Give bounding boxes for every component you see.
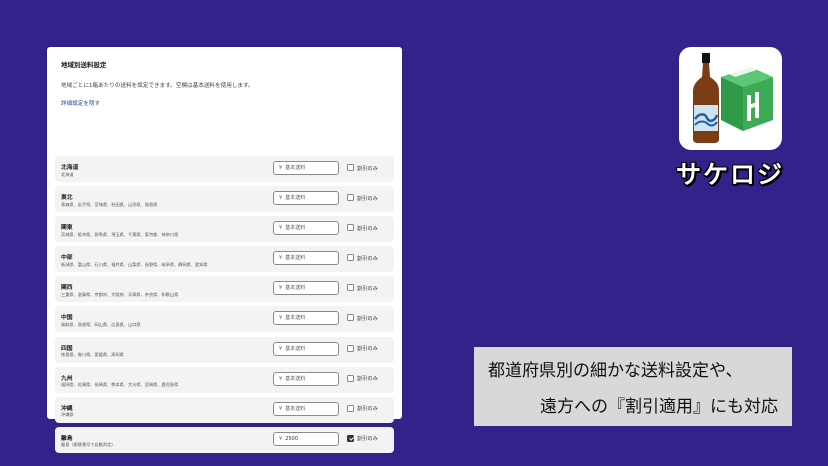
caption-box: 都道府県別の細かな送料設定や、 遠方への『割引適用』にも対応 (474, 347, 792, 426)
region-prefectures: 新潟県、富山県、石川県、福井県、山梨県、長野県、岐阜県、静岡県、愛知県 (61, 261, 208, 267)
discount-only-label: 割引のみ (357, 255, 378, 262)
region-row: 北海道 北海道 ¥ 基本送料 割引のみ (55, 156, 394, 182)
discount-only-label: 割引のみ (357, 406, 378, 413)
brand-logo (679, 47, 782, 150)
region-row: 四国 徳島県、香川県、愛媛県、高知県 ¥ 基本送料 割引のみ (55, 336, 394, 363)
fee-placeholder: 基本送料 (285, 345, 306, 352)
discount-only-label: 割引のみ (357, 346, 378, 353)
fee-placeholder: 基本送料 (285, 195, 306, 202)
region-row: 九州 福岡県、佐賀県、長崎県、熊本県、大分県、宮崎県、鹿児島県 ¥ 基本送料 割引… (55, 366, 394, 393)
discount-only-label: 割引のみ (357, 165, 378, 172)
discount-only-checkbox[interactable] (347, 254, 354, 262)
region-prefectures: 離島（郵便番号で自動判定） (61, 442, 116, 448)
caption-line-1: 都道府県別の細かな送料設定や、 (488, 361, 743, 381)
yen-symbol: ¥ (279, 165, 283, 171)
region-prefectures: 茨城県、栃木県、群馬県、埼玉県、千葉県、東京都、神奈川県 (61, 231, 179, 237)
region-row: 離島 離島（郵便番号で自動判定） ¥2500 割引のみ (55, 426, 394, 453)
shipping-fee-input[interactable]: ¥ 基本送料 (273, 191, 339, 206)
discount-only-checkbox[interactable] (347, 404, 354, 412)
fee-placeholder: 基本送料 (285, 405, 306, 412)
shipping-fee-input[interactable]: ¥ 基本送料 (273, 401, 339, 416)
fee-placeholder: 基本送料 (285, 165, 306, 171)
region-name: 四国 (61, 345, 73, 352)
yen-symbol: ¥ (279, 225, 283, 232)
fee-placeholder: 基本送料 (285, 255, 306, 262)
region-name: 北海道 (61, 165, 79, 171)
region-row: 中国 鳥取県、島根県、岡山県、広島県、山口県 ¥ 基本送料 割引のみ (55, 306, 394, 333)
region-list: 北海道 北海道 ¥ 基本送料 割引のみ 東北 青森県、岩手県、宮城県、秋田県、山形… (55, 156, 394, 457)
shipping-fee-input[interactable]: ¥ 基本送料 (273, 161, 339, 175)
region-row: 中部 新潟県、富山県、石川県、福井県、山梨県、長野県、岐阜県、静岡県、愛知県 ¥… (55, 246, 394, 273)
toggle-detail-link[interactable]: 詳細設定を隠す (61, 99, 100, 107)
yen-symbol: ¥ (279, 195, 283, 202)
region-row: 関西 三重県、滋賀県、京都府、大阪府、兵庫県、奈良県、和歌山県 ¥ 基本送料 割引… (55, 276, 394, 303)
region-prefectures: 徳島県、香川県、愛媛県、高知県 (61, 352, 124, 358)
discount-only-checkbox[interactable] (347, 164, 354, 171)
shipping-fee-input[interactable]: ¥ 基本送料 (273, 311, 339, 326)
region-prefectures: 福岡県、佐賀県、長崎県、熊本県、大分県、宮崎県、鹿児島県 (61, 382, 179, 388)
fee-placeholder: 基本送料 (285, 285, 306, 292)
discount-only-checkbox[interactable] (347, 224, 354, 232)
discount-only-checkbox[interactable] (347, 344, 354, 352)
region-prefectures: 三重県、滋賀県、京都府、大阪府、兵庫県、奈良県、和歌山県 (61, 291, 179, 297)
discount-only-label: 割引のみ (357, 315, 378, 322)
fee-placeholder: 基本送料 (285, 375, 306, 382)
yen-symbol: ¥ (279, 285, 283, 292)
discount-only-label: 割引のみ (357, 285, 378, 292)
discount-only-checkbox[interactable] (347, 434, 354, 442)
region-row: 東北 青森県、岩手県、宮城県、秋田県、山形県、福島県 ¥ 基本送料 割引のみ (55, 186, 394, 213)
discount-only-label: 割引のみ (357, 376, 378, 383)
shipping-fee-input[interactable]: ¥ 基本送料 (273, 341, 339, 356)
yen-symbol: ¥ (279, 375, 283, 382)
region-name: 九州 (61, 375, 73, 382)
yen-symbol: ¥ (279, 405, 283, 412)
region-name: 離島 (61, 435, 73, 442)
shipping-settings-panel: 地域別送料設定 地域ごとに1箱あたりの送料を設定できます。空欄は基本送料を使用し… (47, 47, 402, 453)
region-name: 関西 (61, 285, 73, 292)
brand-name: サケロジ (675, 160, 784, 189)
region-name: 中国 (61, 315, 73, 322)
region-name: 東北 (61, 195, 73, 202)
discount-only-label: 割引のみ (357, 436, 378, 443)
discount-only-checkbox[interactable] (347, 374, 354, 382)
yen-symbol: ¥ (279, 435, 283, 442)
sake-bottle-box-icon (693, 53, 773, 143)
discount-only-checkbox[interactable] (347, 194, 354, 202)
region-row: 関東 茨城県、栃木県、群馬県、埼玉県、千葉県、東京都、神奈川県 ¥ 基本送料 割引… (55, 216, 394, 243)
fee-value: 2500 (285, 435, 298, 442)
region-name: 中部 (61, 255, 73, 262)
fee-placeholder: 基本送料 (285, 225, 306, 232)
region-prefectures: 鳥取県、島根県、岡山県、広島県、山口県 (61, 321, 141, 327)
shipping-fee-input[interactable]: ¥ 基本送料 (273, 371, 339, 386)
yen-symbol: ¥ (279, 255, 283, 262)
shipping-fee-input[interactable]: ¥ 基本送料 (273, 281, 339, 296)
region-prefectures: 青森県、岩手県、宮城県、秋田県、山形県、福島県 (61, 201, 158, 207)
discount-only-checkbox[interactable] (347, 314, 354, 322)
yen-symbol: ¥ (279, 345, 283, 352)
shipping-fee-input[interactable]: ¥ 基本送料 (273, 251, 339, 266)
region-name: 沖縄 (61, 405, 73, 412)
discount-only-label: 割引のみ (357, 225, 378, 232)
discount-only-checkbox[interactable] (347, 284, 354, 292)
panel-description: 地域ごとに1箱あたりの送料を設定できます。空欄は基本送料を使用します。 (61, 83, 254, 89)
region-prefectures: 沖縄県 (61, 412, 74, 418)
discount-only-label: 割引のみ (357, 195, 378, 202)
caption-line-2: 遠方への『割引適用』にも対応 (540, 397, 778, 417)
yen-symbol: ¥ (279, 315, 283, 322)
region-prefectures: 北海道 (61, 171, 74, 177)
shipping-fee-input[interactable]: ¥ 基本送料 (273, 221, 339, 236)
fee-placeholder: 基本送料 (285, 315, 306, 322)
region-name: 関東 (61, 225, 73, 232)
shipping-fee-input[interactable]: ¥2500 (273, 431, 339, 446)
region-row: 沖縄 沖縄県 ¥ 基本送料 割引のみ (55, 396, 394, 423)
panel-title: 地域別送料設定 (61, 61, 107, 69)
